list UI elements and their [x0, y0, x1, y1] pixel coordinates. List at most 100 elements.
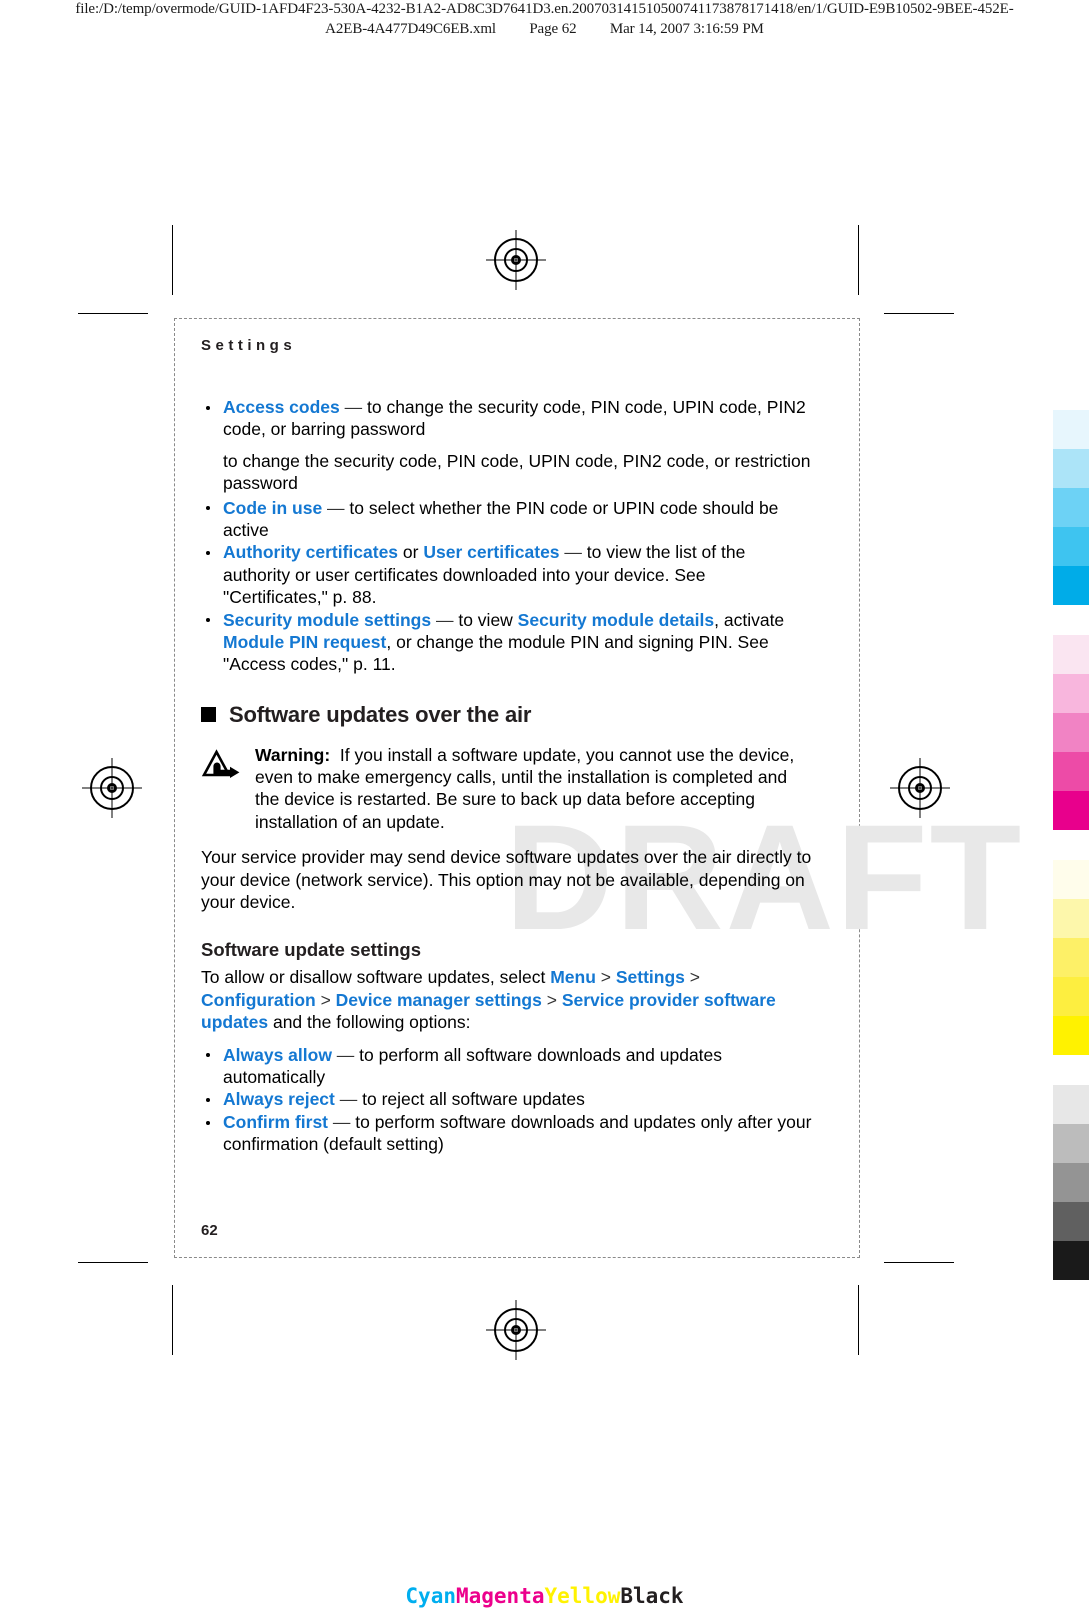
path-sep-1: >: [595, 967, 616, 988]
text-always-reject: to reject all software updates: [362, 1089, 585, 1110]
list-item: Authority certificates or User certifica…: [201, 541, 815, 608]
registration-mark-top: [486, 230, 546, 290]
bullet-dot-icon: [206, 618, 210, 623]
path-tail: and the following options:: [268, 1012, 471, 1033]
color-swatch-yellow-1: [1053, 860, 1089, 899]
term-always-allow: Always allow: [223, 1044, 332, 1065]
path-lead: To allow or disallow software updates, s…: [201, 967, 551, 988]
color-swatch-yellow-5: [1053, 1016, 1089, 1055]
term-code-in-use: Code in use: [223, 497, 323, 518]
text-activate: , activate: [714, 609, 785, 630]
text-to-view: to view: [458, 609, 518, 630]
color-swatch-cyan-5: [1053, 566, 1089, 605]
menu-path-paragraph: To allow or disallow software updates, s…: [201, 966, 815, 1033]
list-item: Code in use — to select whether the PIN …: [201, 497, 815, 542]
section-heading-software-updates: Software updates over the air: [201, 702, 815, 728]
list-item: Security module settings — to view Secur…: [201, 609, 815, 676]
term-always-reject: Always reject: [223, 1089, 335, 1110]
term-user-certificates: User certificates: [423, 542, 560, 563]
color-swatch-cyan-4: [1053, 527, 1089, 566]
crop-rule-top-right: [884, 313, 954, 314]
registration-mark-bottom: [486, 1300, 546, 1360]
dash-7: —: [328, 1111, 356, 1132]
warning-label: Warning:: [255, 744, 331, 765]
color-swatch-magenta-5: [1053, 791, 1089, 830]
color-swatch-magenta-3: [1053, 713, 1089, 752]
warning-text: If you install a software update, you ca…: [255, 744, 795, 832]
term-confirm-first: Confirm first: [223, 1111, 328, 1132]
crop-rule-left-bottom: [172, 1285, 173, 1355]
color-swatch-black-3: [1053, 1163, 1089, 1202]
cmyk-label-yellow: Yellow: [544, 1584, 621, 1608]
dash-5: —: [331, 1044, 360, 1065]
term-authority-certificates: Authority certificates: [223, 542, 399, 563]
color-swatch-magenta-2: [1053, 674, 1089, 713]
path-step-menu: Menu: [550, 967, 596, 988]
print-header-path-line1: file:/D:/temp/overmode/GUID-1AFD4F23-530…: [75, 1, 1014, 17]
crop-rule-left-top: [172, 225, 173, 295]
color-swatch-cyan-1: [1053, 410, 1089, 449]
path-step-settings: Settings: [615, 967, 685, 988]
color-swatch-black-2: [1053, 1124, 1089, 1163]
page-content: Settings Access codes — to change the se…: [201, 337, 815, 1156]
term-access-codes: Access codes: [223, 397, 340, 417]
cmyk-label-magenta: Magenta: [455, 1584, 545, 1608]
dash-6: —: [334, 1089, 363, 1110]
color-swatch-magenta-4: [1053, 752, 1089, 791]
print-header-timestamp: Mar 14, 2007 3:16:59 PM: [609, 20, 764, 37]
print-header-page-label: Page 62: [529, 20, 577, 37]
color-swatch-yellow-2: [1053, 899, 1089, 938]
crop-rule-bottom-left: [78, 1262, 148, 1263]
color-swatch-black-1: [1053, 1085, 1089, 1124]
intro-paragraph: Your service provider may send device so…: [201, 847, 812, 913]
print-header: file:/D:/temp/overmode/GUID-1AFD4F23-530…: [0, 0, 1089, 39]
orphan-note: to change the security code, PIN code, U…: [223, 450, 811, 494]
color-swatch-black-4: [1053, 1202, 1089, 1241]
color-bar-group-magenta: [1053, 635, 1089, 830]
color-swatch-cyan-2: [1053, 449, 1089, 488]
dash-2: —: [322, 497, 350, 518]
color-swatch-yellow-3: [1053, 938, 1089, 977]
dash-1: —: [339, 397, 367, 417]
color-swatch-black-5: [1053, 1241, 1089, 1280]
crop-rule-top-left: [78, 313, 148, 314]
bullet-dot-icon: [206, 1053, 210, 1058]
color-bar-group-yellow: [1053, 860, 1089, 1055]
list-item: Access codes — to change the security co…: [201, 396, 815, 441]
cmyk-footer: CyanMagentaYellowBlack: [0, 1584, 1089, 1608]
color-calibration-bars: [1053, 410, 1089, 1310]
bullet-dot-icon: [206, 1120, 210, 1125]
registration-mark-left: [82, 758, 142, 818]
subsection-heading-software-update-settings: Software update settings: [201, 939, 421, 961]
term-module-pin-request: Module PIN request: [223, 631, 387, 652]
warning-text-block: Warning: If you install a software updat…: [255, 744, 815, 834]
dash-3: —: [559, 542, 587, 563]
term-security-module-details: Security module details: [517, 609, 715, 630]
color-swatch-cyan-3: [1053, 488, 1089, 527]
dash-4: —: [431, 609, 459, 630]
path-step-device-manager-settings: Device manager settings: [335, 989, 542, 1010]
security-settings-bullet-list: Code in use — to select whether the PIN …: [201, 497, 815, 676]
color-bar-group-cyan: [1053, 410, 1089, 605]
path-sep-2: >: [684, 967, 700, 988]
print-header-path-line2: A2EB-4A477D49C6EB.xml: [325, 20, 496, 37]
cmyk-label-cyan: Cyan: [405, 1584, 456, 1608]
print-header-line2: A2EB-4A477D49C6EB.xml Page 62 Mar 14, 20…: [0, 20, 1089, 40]
page-number: 62: [201, 1222, 218, 1239]
list-item: Confirm first — to perform software down…: [201, 1111, 815, 1156]
term-security-module-settings: Security module settings: [223, 609, 432, 630]
access-codes-bullet-list: Access codes — to change the security co…: [201, 396, 815, 441]
path-sep-4: >: [541, 989, 562, 1010]
section-heading-label: Software updates over the air: [229, 701, 532, 727]
warning-note: Warning: If you install a software updat…: [201, 744, 815, 834]
cmyk-label-black: Black: [620, 1584, 684, 1608]
path-sep-3: >: [315, 989, 336, 1010]
bullet-dot-icon: [206, 506, 210, 511]
crop-rule-right-top: [858, 225, 859, 295]
conj-or: or: [398, 542, 424, 563]
running-head: Settings: [201, 337, 297, 354]
list-item: Always reject — to reject all software u…: [201, 1088, 815, 1110]
update-options-bullet-list: Always allow — to perform all software d…: [201, 1044, 815, 1156]
bullet-dot-icon: [206, 1098, 210, 1103]
document-page: DRAFT Settings Access codes — to change …: [174, 318, 1021, 1258]
